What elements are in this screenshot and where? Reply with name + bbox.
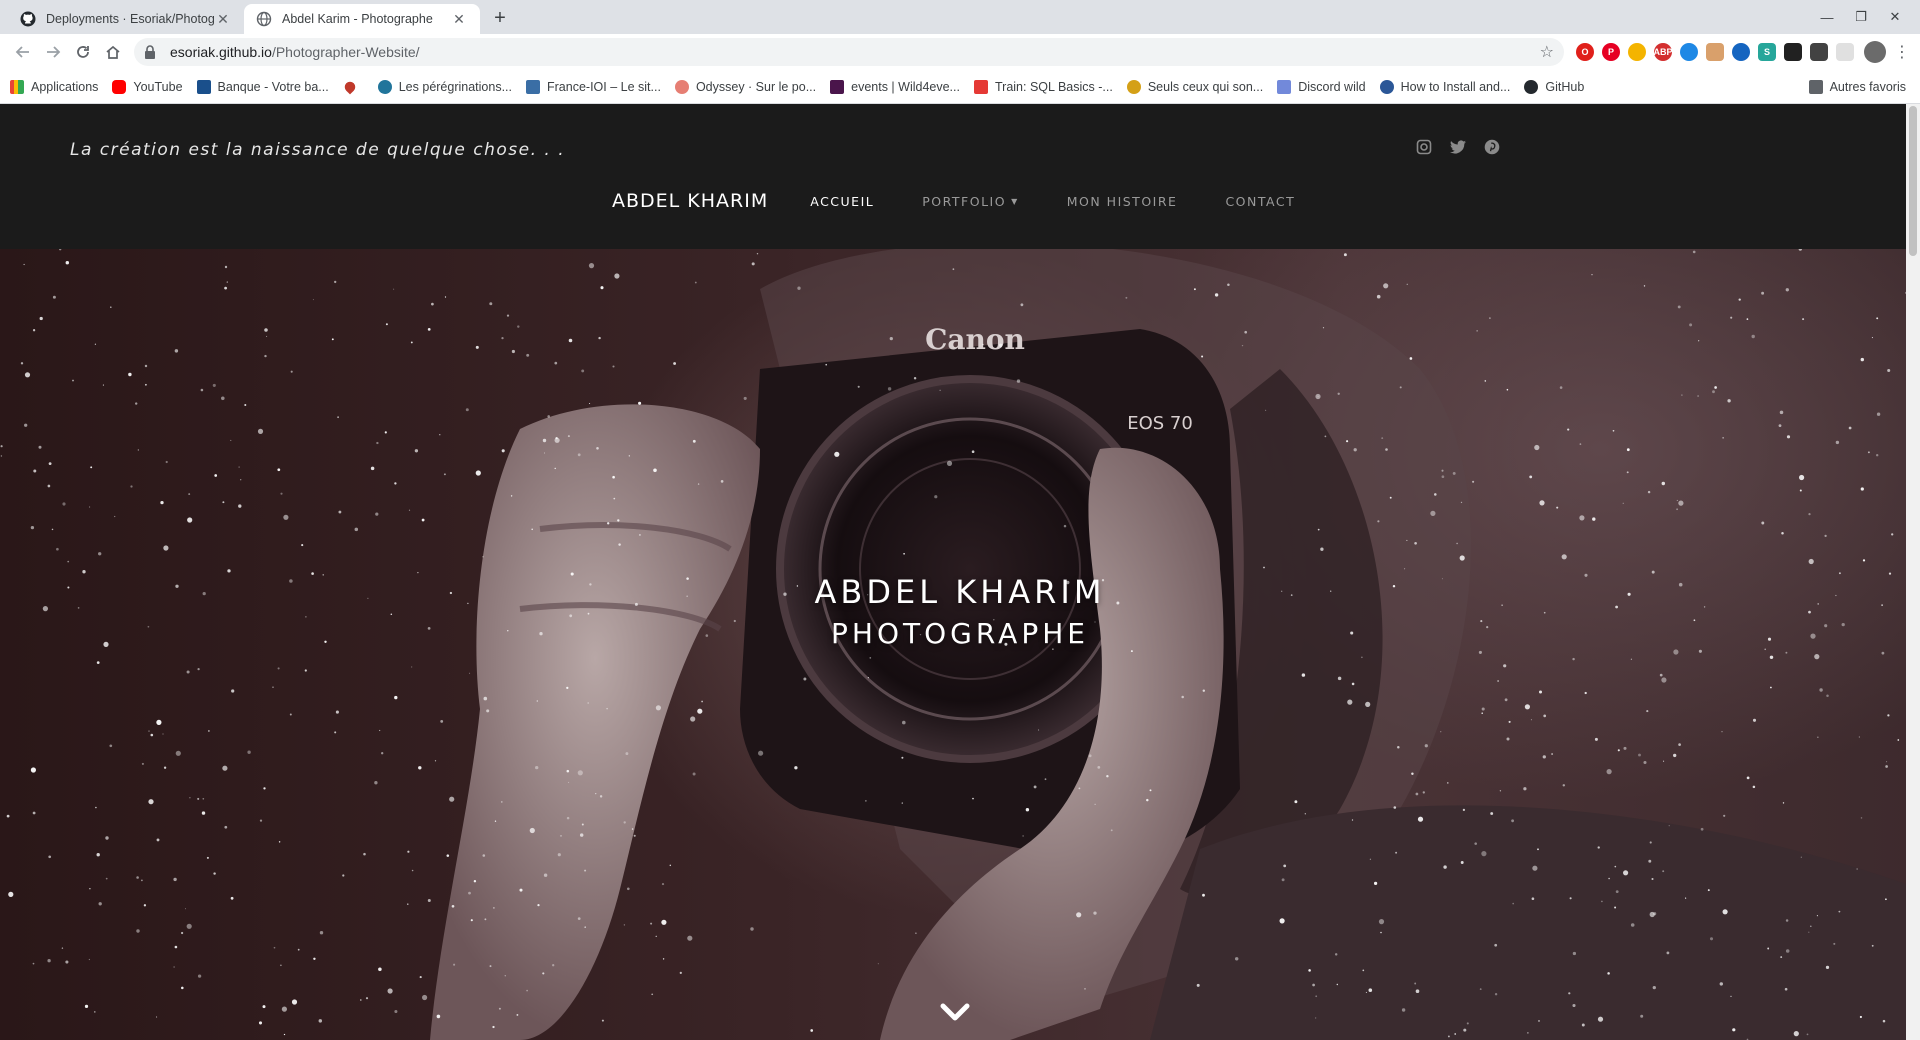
- camera-model-text: EOS 70: [1127, 413, 1193, 434]
- camera-brand-text: Canon: [925, 323, 1025, 356]
- main-nav: ABDEL KHARIM ACCUEIL PORTFOLIO ▼ MON HIST…: [612, 190, 1343, 212]
- bookmark-item[interactable]: events | Wild4eve...: [830, 79, 960, 94]
- site-tagline: La création est la naissance de quelque …: [70, 140, 566, 160]
- scroll-down-chevron-icon[interactable]: [940, 1001, 970, 1025]
- sql-train-icon: [973, 79, 988, 94]
- github-icon: [20, 11, 36, 27]
- dark-extension-icon[interactable]: [1784, 43, 1802, 61]
- arrow-left-icon: [15, 46, 29, 58]
- apps-grid-icon: [10, 79, 24, 94]
- bookmark-item[interactable]: Seuls ceux qui son...: [1126, 79, 1263, 94]
- s-extension-icon[interactable]: S: [1758, 43, 1776, 61]
- odyssey-icon: [674, 79, 689, 94]
- hero-title: ABDEL KHARIM PHOTOGRAPHE: [0, 573, 1920, 650]
- tab-abdel-karim[interactable]: Abdel Karim - Photographe ✕: [244, 4, 480, 34]
- globe-icon: [256, 11, 272, 27]
- window-controls: — ❐ ✕: [1810, 4, 1912, 30]
- bookmark-item[interactable]: Banque - Votre ba...: [196, 79, 329, 94]
- folder-icon: [1808, 79, 1823, 94]
- slack-icon: [830, 79, 845, 94]
- bookmark-item[interactable]: YouTube: [112, 79, 183, 94]
- nav-accueil[interactable]: ACCUEIL: [810, 194, 874, 209]
- new-tab-button[interactable]: +: [486, 4, 514, 32]
- reload-button[interactable]: [68, 37, 98, 67]
- site-header: La création est la naissance de quelque …: [0, 104, 1920, 249]
- adblock-extension-icon[interactable]: ABP: [1654, 43, 1673, 61]
- pinterest-icon[interactable]: [1483, 138, 1501, 156]
- bookmark-item[interactable]: Odyssey · Sur le po...: [674, 79, 816, 94]
- grid-extension-icon[interactable]: [1706, 43, 1724, 61]
- france-ioi-icon: [526, 79, 540, 94]
- instagram-icon[interactable]: [1415, 138, 1433, 156]
- chrome-extension-icon[interactable]: [1628, 43, 1646, 61]
- bookmark-item[interactable]: How to Install and...: [1379, 79, 1510, 94]
- youtube-icon: [112, 79, 127, 94]
- bookmark-item[interactable]: Applications: [10, 79, 98, 94]
- bookmark-item[interactable]: Les pérégrinations...: [377, 79, 512, 94]
- home-button[interactable]: [98, 37, 128, 67]
- tab-deployments[interactable]: Deployments · Esoriak/Photogr ✕: [8, 4, 244, 34]
- address-bar[interactable]: esoriak.github.io/Photographer-Website/ …: [134, 38, 1564, 66]
- caret-down-icon: ▼: [1011, 196, 1019, 206]
- bookmark-item[interactable]: Discord wild: [1277, 79, 1366, 94]
- scrollbar-thumb[interactable]: [1909, 106, 1917, 256]
- github-icon: [1524, 79, 1539, 94]
- install-guide-icon: [1379, 79, 1394, 94]
- close-icon[interactable]: ✕: [214, 10, 232, 28]
- wordpress-icon: [377, 79, 392, 94]
- minimize-icon[interactable]: —: [1810, 4, 1844, 30]
- browser-toolbar: esoriak.github.io/Photographer-Website/ …: [0, 34, 1920, 70]
- browser-tabstrip: Deployments · Esoriak/Photogr ✕ Abdel Ka…: [0, 0, 1920, 34]
- drop-extension-icon[interactable]: [1680, 43, 1698, 61]
- page-scrollbar[interactable]: [1906, 104, 1920, 1040]
- heart-icon: [342, 79, 358, 94]
- url-path: /Photographer-Website/: [271, 44, 420, 60]
- bookmark-item[interactable]: GitHub: [1524, 79, 1584, 94]
- profile-avatar[interactable]: [1864, 41, 1886, 63]
- bookmark-item[interactable]: [342, 79, 364, 94]
- reload-icon: [77, 46, 89, 58]
- back-button[interactable]: [8, 37, 38, 67]
- bookmarks-bar: Applications YouTube Banque - Votre ba..…: [0, 70, 1920, 104]
- page-viewport: La création est la naissance de quelque …: [0, 104, 1920, 1040]
- blank-extension-icon[interactable]: [1836, 43, 1854, 61]
- discord-icon: [1277, 79, 1292, 94]
- twitter-icon[interactable]: [1449, 138, 1467, 156]
- forward-button[interactable]: [38, 37, 68, 67]
- shield-extension-icon[interactable]: [1810, 43, 1828, 61]
- home-icon: [106, 45, 120, 59]
- bookmark-item[interactable]: France-IOI – Le sit...: [526, 79, 661, 94]
- close-icon[interactable]: ✕: [450, 10, 468, 28]
- tab-title: Deployments · Esoriak/Photogr: [46, 12, 214, 26]
- lock-icon: [144, 45, 160, 59]
- opera-extension-icon[interactable]: O: [1576, 43, 1594, 61]
- nav-portfolio[interactable]: PORTFOLIO ▼: [922, 194, 1018, 209]
- hero-title-role: PHOTOGRAPHE: [831, 617, 1089, 650]
- other-bookmarks[interactable]: Autres favoris: [1808, 79, 1906, 94]
- browser-menu-icon[interactable]: ⋮: [1892, 42, 1912, 62]
- nav-mon-histoire[interactable]: MON HISTOIRE: [1067, 194, 1178, 209]
- restore-icon[interactable]: ❐: [1844, 4, 1878, 30]
- hero-title-name: ABDEL KHARIM: [814, 573, 1106, 611]
- brand-logo[interactable]: ABDEL KHARIM: [612, 190, 768, 212]
- wave-extension-icon[interactable]: [1732, 43, 1750, 61]
- social-links: [1415, 138, 1501, 156]
- extensions-area: O P ABP S: [1576, 43, 1854, 61]
- tab-title: Abdel Karim - Photographe: [282, 12, 433, 26]
- url-host: esoriak.github.io: [170, 44, 272, 60]
- bookmark-star-icon[interactable]: ☆: [1540, 42, 1554, 62]
- close-window-icon[interactable]: ✕: [1878, 4, 1912, 30]
- hero-section: Canon EOS 70 ABDEL KHARIM PHOTOGRAPHE: [0, 249, 1920, 1040]
- bank-icon: [196, 79, 211, 94]
- pinterest-extension-icon[interactable]: P: [1602, 43, 1620, 61]
- nav-contact[interactable]: CONTACT: [1225, 194, 1295, 209]
- bookmark-item[interactable]: Train: SQL Basics -...: [973, 79, 1113, 94]
- wine-icon: [1126, 79, 1141, 94]
- arrow-right-icon: [47, 46, 61, 58]
